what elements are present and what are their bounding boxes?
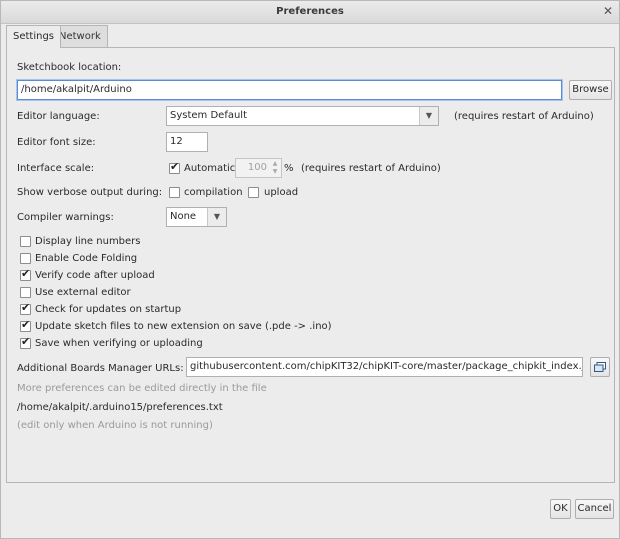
verify-after-upload-checkbox[interactable]: ✔ bbox=[20, 267, 31, 281]
compiler-warnings-value: None bbox=[170, 211, 197, 222]
editor-language-select[interactable]: System Default ▼ bbox=[166, 106, 439, 126]
sketchbook-label: Sketchbook location: bbox=[17, 62, 122, 73]
interface-scale-label: Interface scale: bbox=[17, 163, 95, 174]
interface-scale-note: (requires restart of Arduino) bbox=[301, 163, 441, 174]
editor-language-note: (requires restart of Arduino) bbox=[454, 111, 594, 122]
boards-manager-edit-button[interactable] bbox=[590, 357, 610, 377]
interface-scale-value: 100 bbox=[247, 162, 267, 173]
window-title: Preferences bbox=[276, 6, 344, 17]
tab-settings[interactable]: Settings bbox=[6, 25, 62, 48]
compilation-label: compilation bbox=[184, 187, 243, 198]
font-size-input[interactable]: 12 bbox=[166, 132, 208, 152]
compilation-checkbox[interactable] bbox=[169, 187, 180, 198]
browse-button[interactable]: Browse bbox=[569, 80, 612, 100]
boards-manager-input[interactable]: githubusercontent.com/chipKIT32/chipKIT-… bbox=[186, 357, 583, 377]
settings-panel: Sketchbook location: /home/akalpit/Ardui… bbox=[6, 47, 615, 483]
upload-label: upload bbox=[264, 187, 299, 198]
automatic-label: Automatic bbox=[184, 163, 236, 174]
update-extension-checkbox[interactable]: ✔ bbox=[20, 318, 31, 332]
checkmark-icon: ✔ bbox=[170, 160, 180, 173]
checkmark-icon: ✔ bbox=[21, 335, 31, 348]
code-folding-label: Enable Code Folding bbox=[35, 253, 138, 264]
title-bar: Preferences ✕ bbox=[1, 1, 619, 24]
checkmark-icon: ✔ bbox=[21, 267, 31, 280]
close-icon[interactable]: ✕ bbox=[603, 4, 613, 18]
display-line-numbers-label: Display line numbers bbox=[35, 236, 141, 247]
ok-button[interactable]: OK bbox=[550, 499, 571, 519]
compiler-warnings-select[interactable]: None ▼ bbox=[166, 207, 227, 227]
check-updates-label: Check for updates on startup bbox=[35, 304, 182, 315]
chevron-down-icon: ▼ bbox=[419, 107, 438, 125]
external-editor-label: Use external editor bbox=[35, 287, 131, 298]
interface-scale-spinner[interactable]: 100 ▲ ▼ bbox=[235, 158, 282, 178]
display-line-numbers-checkbox[interactable] bbox=[20, 236, 31, 247]
verify-after-upload-label: Verify code after upload bbox=[35, 270, 155, 281]
checkmark-icon: ✔ bbox=[21, 318, 31, 331]
percent-label: % bbox=[284, 163, 294, 174]
code-folding-checkbox[interactable] bbox=[20, 253, 31, 264]
editor-language-value: System Default bbox=[170, 110, 248, 121]
cancel-button[interactable]: Cancel bbox=[575, 499, 614, 519]
check-updates-checkbox[interactable]: ✔ bbox=[20, 301, 31, 315]
compiler-warnings-label: Compiler warnings: bbox=[17, 212, 114, 223]
external-editor-checkbox[interactable] bbox=[20, 287, 31, 298]
sketchbook-input[interactable]: /home/akalpit/Arduino bbox=[17, 80, 562, 100]
checkmark-icon: ✔ bbox=[21, 301, 31, 314]
boards-manager-label: Additional Boards Manager URLs: bbox=[17, 363, 184, 374]
more-preferences-text: More preferences can be edited directly … bbox=[17, 383, 267, 394]
update-extension-label: Update sketch files to new extension on … bbox=[35, 321, 332, 332]
preferences-window: Preferences ✕ Settings Network Sketchboo… bbox=[0, 0, 620, 539]
automatic-checkbox[interactable]: ✔ bbox=[169, 160, 180, 174]
editor-language-label: Editor language: bbox=[17, 111, 100, 122]
preferences-note: (edit only when Arduino is not running) bbox=[17, 420, 213, 431]
verbose-label: Show verbose output during: bbox=[17, 187, 163, 198]
spinner-arrows-icon[interactable]: ▲ ▼ bbox=[270, 160, 280, 176]
font-size-label: Editor font size: bbox=[17, 137, 96, 148]
save-on-verify-checkbox[interactable]: ✔ bbox=[20, 335, 31, 349]
save-on-verify-label: Save when verifying or uploading bbox=[35, 338, 203, 349]
chevron-down-icon: ▼ bbox=[207, 208, 226, 226]
window-icon bbox=[594, 362, 606, 372]
preferences-path: /home/akalpit/.arduino15/preferences.txt bbox=[17, 402, 223, 413]
upload-checkbox[interactable] bbox=[248, 187, 259, 198]
